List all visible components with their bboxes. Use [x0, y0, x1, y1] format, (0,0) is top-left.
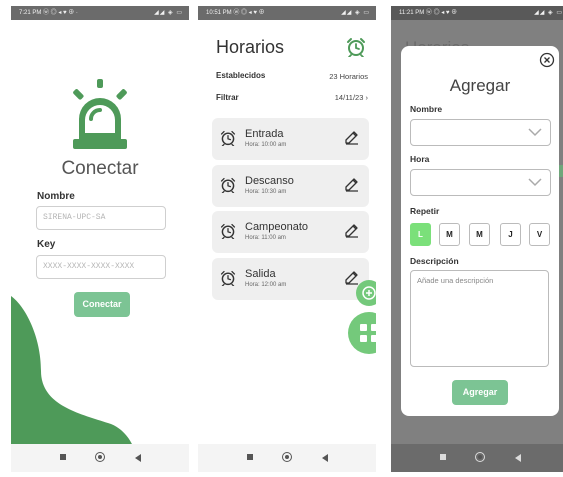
filter-label: Filtrar	[216, 93, 239, 102]
status-bar: 11:21 PM ⓦ ◎ ◂ ♥ ⊕ ◢◢ ◈ ▭	[391, 6, 563, 20]
schedule-name: Entrada	[245, 128, 284, 140]
status-icons: ◢◢ ◈ ▭	[534, 10, 563, 16]
edit-icon[interactable]	[345, 131, 359, 145]
schedule-time: Hora: 11:00 am	[245, 235, 286, 241]
status-icons: ◢◢ ◈ ▭	[154, 10, 183, 16]
alarm-clock-icon[interactable]	[346, 37, 366, 57]
day-toggle-friday[interactable]: V	[529, 223, 550, 246]
edit-icon[interactable]	[345, 271, 359, 285]
recents-icon[interactable]	[440, 454, 446, 460]
key-input[interactable]: XXXX-XXXX-XXXX-XXXX	[36, 255, 166, 279]
schedule-card[interactable]: Campeonato Hora: 11:00 am	[212, 211, 369, 253]
schedule-name: Campeonato	[245, 221, 308, 233]
name-label: Nombre	[410, 104, 443, 114]
screen-schedules: 10:51 PM ⓦ ◎ ◂ ♥ ⊕ ◢◢ ◈ ▭ Horarios Estab…	[198, 6, 376, 472]
background-fab	[559, 165, 563, 177]
status-time: 7:21 PM ⓦ ◎ ◂ ♥ ⊕ ·	[19, 10, 78, 16]
status-bar: 7:21 PM ⓦ ◎ ◂ ♥ ⊕ · ◢◢ ◈ ▭	[11, 6, 189, 20]
name-select[interactable]	[410, 119, 551, 146]
edit-icon[interactable]	[345, 178, 359, 192]
edit-icon[interactable]	[345, 224, 359, 238]
recents-icon[interactable]	[247, 454, 253, 460]
recents-icon[interactable]	[60, 454, 66, 460]
alarm-clock-icon	[220, 130, 236, 146]
alarm-clock-icon	[220, 177, 236, 193]
status-time: 11:21 PM ⓦ ◎ ◂ ♥ ⊕	[399, 10, 458, 16]
schedule-time: Hora: 10:30 am	[245, 189, 287, 195]
schedule-time: Hora: 10:00 am	[245, 142, 287, 148]
chevron-down-icon	[528, 128, 542, 137]
home-icon[interactable]	[475, 452, 485, 462]
screen-connect: 7:21 PM ⓦ ◎ ◂ ♥ ⊕ · ◢◢ ◈ ▭ Conectar Nomb…	[11, 6, 189, 472]
home-icon[interactable]	[95, 452, 105, 462]
add-alarm-icon	[362, 286, 376, 300]
page-title: Conectar	[61, 158, 139, 179]
back-icon[interactable]	[322, 454, 328, 462]
established-count: 23 Horarios	[329, 72, 368, 81]
name-input[interactable]: SIRENA-UPC-SA	[36, 206, 166, 230]
connect-button[interactable]: Conectar	[74, 292, 130, 317]
decorative-blob	[11, 296, 133, 446]
screen-add-schedule: 11:21 PM ⓦ ◎ ◂ ♥ ⊕ ◢◢ ◈ ▭ Horarios Agreg…	[391, 6, 563, 472]
day-toggle-monday[interactable]: L	[410, 223, 431, 246]
alarm-clock-icon	[220, 223, 236, 239]
description-input[interactable]: Añade una descripción	[410, 270, 549, 367]
schedule-card[interactable]: Entrada Hora: 10:00 am	[212, 118, 369, 160]
description-label: Descripción	[410, 256, 459, 266]
hour-label: Hora	[410, 154, 430, 164]
day-toggle-wednesday[interactable]: M	[469, 223, 490, 246]
schedule-time: Hora: 12:00 am	[245, 282, 287, 288]
back-icon[interactable]	[515, 454, 521, 462]
alarm-clock-icon	[220, 270, 236, 286]
chevron-down-icon	[528, 178, 542, 187]
android-nav-bar	[11, 444, 189, 472]
key-label: Key	[37, 239, 56, 250]
dialog-title: Agregar	[449, 76, 511, 95]
page-title: Horarios	[216, 37, 285, 57]
home-icon[interactable]	[282, 452, 292, 462]
name-label: Nombre	[37, 191, 75, 202]
menu-button[interactable]	[348, 312, 376, 354]
status-icons: ◢◢ ◈ ▭	[341, 10, 370, 16]
repeat-label: Repetir	[410, 206, 440, 216]
add-alarm-button[interactable]	[356, 280, 376, 306]
schedule-card[interactable]: Descanso Hora: 10:30 am	[212, 165, 369, 207]
android-nav-bar	[391, 444, 563, 472]
status-bar: 10:51 PM ⓦ ◎ ◂ ♥ ⊕ ◢◢ ◈ ▭	[198, 6, 376, 20]
add-dialog: Agregar Nombre Hora Repetir L M M J V De…	[401, 46, 559, 416]
android-nav-bar	[198, 444, 376, 472]
close-icon[interactable]	[539, 52, 555, 68]
hour-select[interactable]	[410, 169, 551, 196]
schedule-name: Salida	[245, 268, 276, 280]
status-time: 10:51 PM ⓦ ◎ ◂ ♥ ⊕	[206, 10, 265, 16]
day-toggle-thursday[interactable]: J	[500, 223, 521, 246]
filter-date[interactable]: 14/11/23 ›	[335, 93, 368, 102]
add-button[interactable]: Agregar	[452, 380, 508, 405]
siren-icon	[73, 79, 127, 149]
day-toggle-tuesday[interactable]: M	[439, 223, 460, 246]
back-icon[interactable]	[135, 454, 141, 462]
schedule-card[interactable]: Salida Hora: 12:00 am	[212, 258, 369, 300]
grid-icon	[360, 324, 376, 342]
schedule-name: Descanso	[245, 175, 294, 187]
established-label: Establecidos	[216, 71, 266, 80]
